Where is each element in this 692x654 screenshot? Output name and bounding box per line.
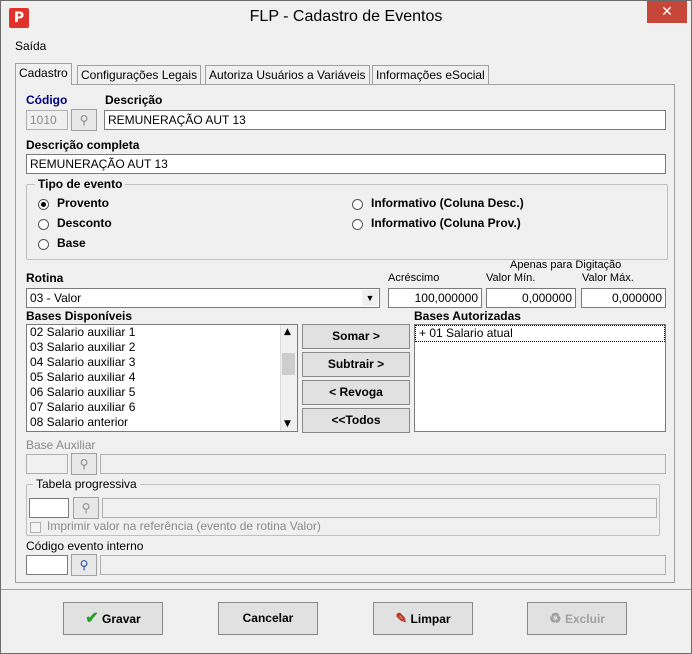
- binoculars-icon: ⚲: [79, 113, 89, 127]
- desconto-label: Desconto: [57, 216, 112, 230]
- acrescimo-field[interactable]: 100,000000: [388, 288, 482, 308]
- rotina-select[interactable]: 03 - Valor ▼: [26, 288, 380, 308]
- tabela-progressiva-search-button[interactable]: ⚲: [73, 497, 99, 519]
- somar-button[interactable]: Somar >: [302, 324, 410, 349]
- tab-cadastro[interactable]: Cadastro: [15, 63, 72, 85]
- cancelar-button[interactable]: Cancelar: [218, 602, 318, 635]
- window: P FLP - Cadastro de Eventos ✕ Saída Cada…: [0, 0, 692, 654]
- valor-min-field[interactable]: 0,000000: [486, 288, 576, 308]
- list-item[interactable]: 02 Salario auxiliar 1: [27, 325, 297, 340]
- radio-base[interactable]: [38, 239, 49, 250]
- excluir-button[interactable]: ♻ Excluir: [527, 602, 627, 635]
- subtrair-button[interactable]: Subtrair >: [302, 352, 410, 377]
- imprimir-checkbox[interactable]: [30, 522, 41, 533]
- codigo-field[interactable]: 1010: [26, 110, 68, 130]
- list-item[interactable]: 06 Salario auxiliar 5: [27, 385, 297, 400]
- tabela-progressiva-desc: [102, 498, 657, 518]
- title-bar: P FLP - Cadastro de Eventos ✕: [1, 1, 691, 35]
- list-item[interactable]: 04 Salario auxiliar 3: [27, 355, 297, 370]
- list-item[interactable]: 07 Salario auxiliar 6: [27, 400, 297, 415]
- binoculars-icon: ⚲: [81, 501, 91, 515]
- informativo-prov-label: Informativo (Coluna Prov.): [371, 216, 521, 230]
- close-button[interactable]: ✕: [647, 1, 687, 23]
- cadastro-panel: Código 1010 ⚲ Descrição REMUNERAÇÃO AUT …: [15, 84, 675, 583]
- descricao-label: Descrição: [105, 93, 163, 107]
- informativo-desc-label: Informativo (Coluna Desc.): [371, 196, 524, 210]
- base-label: Base: [57, 236, 86, 250]
- base-auxiliar-desc: [100, 454, 666, 474]
- base-auxiliar-code[interactable]: [26, 454, 68, 474]
- codigo-search-button[interactable]: ⚲: [71, 109, 97, 131]
- gravar-button[interactable]: ✔ Gravar: [63, 602, 163, 635]
- tipo-evento-group: Tipo de evento Provento Desconto Base In…: [26, 177, 668, 260]
- menu-saida[interactable]: Saída: [15, 39, 46, 53]
- eraser-icon: ✎: [395, 610, 408, 626]
- codigo-interno-field[interactable]: [26, 555, 68, 575]
- radio-informativo-desc[interactable]: [352, 199, 363, 210]
- bases-disponiveis-list[interactable]: 02 Salario auxiliar 1 03 Salario auxilia…: [26, 324, 298, 432]
- menu-bar: Saída: [1, 37, 691, 57]
- codigo-interno-desc: [100, 555, 666, 575]
- todos-button[interactable]: <<Todos: [302, 408, 410, 433]
- list-item[interactable]: 08 Salario anterior: [27, 415, 297, 430]
- list-item[interactable]: 05 Salario auxiliar 4: [27, 370, 297, 385]
- tabela-progressiva-code[interactable]: [29, 498, 69, 518]
- revoga-button[interactable]: < Revoga: [302, 380, 410, 405]
- bases-autorizadas-list[interactable]: + 01 Salario atual: [414, 324, 666, 432]
- chevron-down-icon[interactable]: ▼: [362, 290, 378, 306]
- valor-max-field[interactable]: 0,000000: [581, 288, 666, 308]
- list-item[interactable]: 03 Salario auxiliar 2: [27, 340, 297, 355]
- scroll-thumb[interactable]: [282, 353, 295, 375]
- list-item[interactable]: + 01 Salario atual: [415, 325, 665, 342]
- binoculars-icon: ⚲: [79, 457, 89, 471]
- imprimir-label: Imprimir valor na referência (evento de …: [47, 519, 321, 533]
- binoculars-icon: ⚲: [79, 558, 89, 572]
- codigo-label: Código: [26, 93, 68, 107]
- codigo-interno-label: Código evento interno: [26, 539, 144, 553]
- checkmark-icon: ✔: [85, 610, 99, 627]
- tab-informacoes-esocial[interactable]: Informações eSocial: [372, 65, 489, 84]
- rotina-value: 03 - Valor: [30, 291, 82, 305]
- acrescimo-label: Acréscimo: [388, 272, 440, 284]
- tipo-evento-title: Tipo de evento: [35, 177, 126, 191]
- bases-disponiveis-label: Bases Disponíveis: [26, 309, 133, 323]
- divider: [1, 589, 691, 590]
- base-auxiliar-search-button[interactable]: ⚲: [71, 453, 97, 475]
- descricao-completa-field[interactable]: REMUNERAÇÃO AUT 13: [26, 154, 666, 174]
- radio-desconto[interactable]: [38, 219, 49, 230]
- rotina-label: Rotina: [26, 271, 64, 285]
- limpar-label: Limpar: [410, 612, 451, 626]
- base-auxiliar-label: Base Auxiliar: [26, 438, 96, 452]
- chevron-up-icon[interactable]: ▲: [284, 327, 291, 337]
- apenas-digitacao-label: Apenas para Digitação: [510, 259, 622, 271]
- window-title: FLP - Cadastro de Eventos: [249, 8, 443, 25]
- bases-autorizadas-label: Bases Autorizadas: [414, 309, 521, 323]
- chevron-down-icon[interactable]: ▼: [284, 419, 291, 429]
- valor-max-label: Valor Máx.: [582, 272, 634, 284]
- tab-configuracoes-legais[interactable]: Configurações Legais: [77, 65, 202, 84]
- descricao-field[interactable]: REMUNERAÇÃO AUT 13: [104, 110, 666, 130]
- excluir-label: Excluir: [564, 612, 605, 626]
- valor-min-label: Valor Mín.: [486, 272, 536, 284]
- gravar-label: Gravar: [102, 612, 141, 626]
- radio-informativo-prov[interactable]: [352, 219, 363, 230]
- scrollbar[interactable]: ▲ ▼: [280, 325, 297, 431]
- provento-label: Provento: [57, 196, 110, 210]
- codigo-interno-search-button[interactable]: ⚲: [71, 554, 97, 576]
- tab-autoriza-usuarios[interactable]: Autoriza Usuários a Variáveis: [205, 65, 370, 84]
- tabela-progressiva-title: Tabela progressiva: [33, 477, 140, 491]
- descricao-completa-label: Descrição completa: [26, 138, 140, 152]
- limpar-button[interactable]: ✎ Limpar: [373, 602, 473, 635]
- trash-icon: ♻: [549, 610, 562, 626]
- radio-provento[interactable]: [38, 199, 49, 210]
